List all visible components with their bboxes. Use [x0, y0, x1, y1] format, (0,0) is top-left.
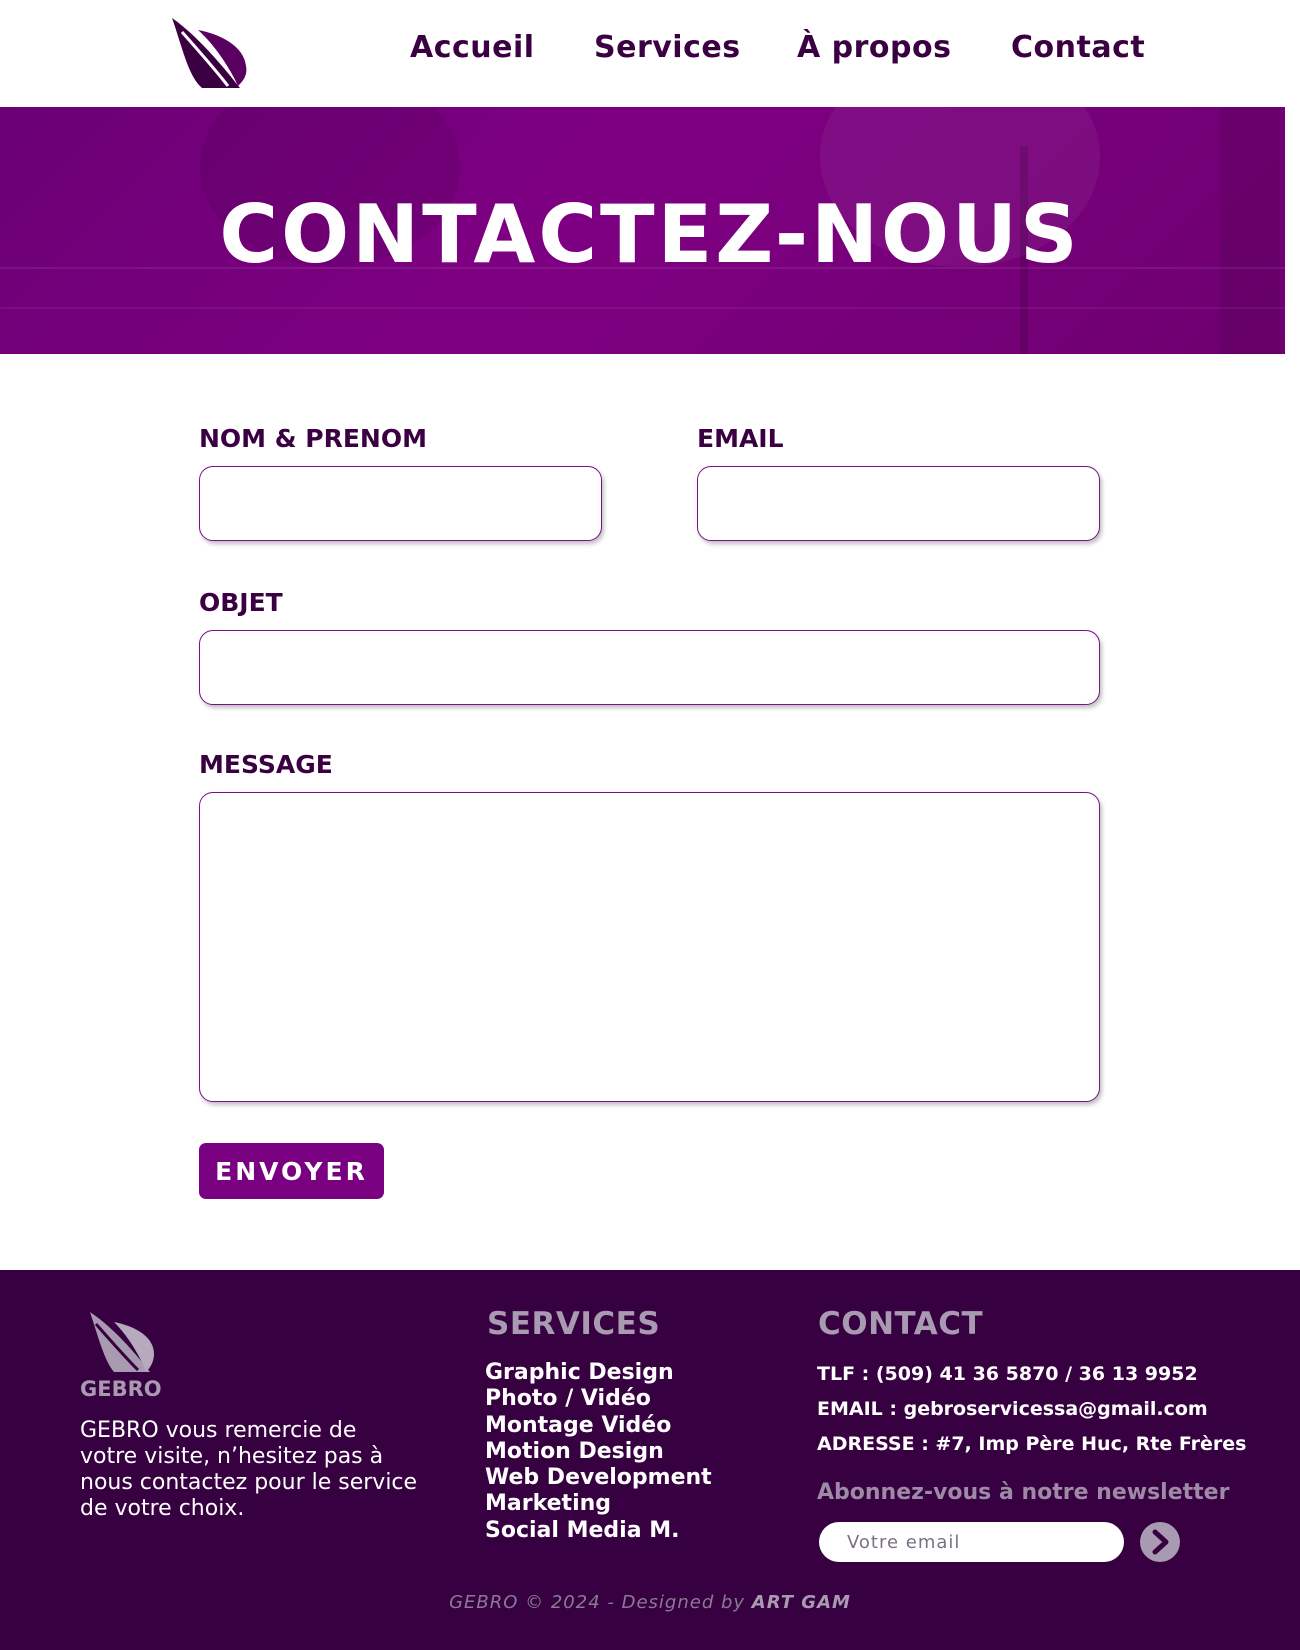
- footer-service-item[interactable]: Motion Design: [485, 1439, 712, 1465]
- nav-link-services[interactable]: Services: [594, 30, 741, 65]
- designer-credit[interactable]: ART GAM: [752, 1592, 851, 1613]
- footer-email[interactable]: EMAIL : gebroservicessa@gmail.com: [817, 1398, 1208, 1420]
- subject-label: OBJET: [199, 588, 283, 617]
- copyright: GEBRO © 2024 - Designed by ART GAM: [0, 1592, 1300, 1613]
- nav-links: Accueil Services À propos Contact: [0, 30, 1300, 80]
- nav-link-accueil[interactable]: Accueil: [410, 30, 535, 65]
- footer-service-item[interactable]: Montage Vidéo: [485, 1413, 712, 1439]
- footer-description: GEBRO vous remercie de votre visite, n’h…: [80, 1418, 418, 1521]
- hero-banner: CONTACTEZ-NOUS: [0, 107, 1300, 354]
- email-input[interactable]: [697, 466, 1100, 541]
- footer-service-item[interactable]: Photo / Vidéo: [485, 1386, 712, 1412]
- top-navigation: Accueil Services À propos Contact: [0, 0, 1300, 107]
- email-label: EMAIL: [697, 424, 784, 453]
- hero-background-line: [0, 307, 1300, 309]
- send-button[interactable]: ENVOYER: [199, 1143, 384, 1199]
- footer-service-item[interactable]: Social Media M.: [485, 1518, 712, 1544]
- footer-address: ADRESSE : #7, Imp Père Huc, Rte Frères: [817, 1433, 1247, 1455]
- footer-phone: TLF : (509) 41 36 5870 / 36 13 9952: [817, 1363, 1198, 1385]
- name-label: NOM & PRENOM: [199, 424, 427, 453]
- footer-services-list: Graphic Design Photo / Vidéo Montage Vid…: [485, 1360, 712, 1544]
- copyright-text: GEBRO © 2024 - Designed by: [449, 1592, 752, 1613]
- message-textarea[interactable]: [199, 792, 1100, 1102]
- footer-service-item[interactable]: Marketing: [485, 1491, 712, 1517]
- footer-logo-text: GEBRO: [80, 1377, 162, 1400]
- name-input[interactable]: [199, 466, 602, 541]
- chevron-right-icon: [1152, 1529, 1169, 1555]
- footer: GEBRO GEBRO vous remercie de votre visit…: [0, 1270, 1300, 1650]
- page-title: CONTACTEZ-NOUS: [219, 188, 1081, 281]
- footer-contact-heading: CONTACT: [818, 1306, 984, 1342]
- gebro-footer-logo-icon[interactable]: GEBRO: [80, 1310, 162, 1400]
- nav-link-a-propos[interactable]: À propos: [797, 30, 951, 65]
- footer-service-item[interactable]: Graphic Design: [485, 1360, 712, 1386]
- message-label: MESSAGE: [199, 750, 333, 779]
- newsletter-submit-button[interactable]: [1140, 1522, 1180, 1562]
- footer-service-item[interactable]: Web Development: [485, 1465, 712, 1491]
- newsletter-title: Abonnez-vous à notre newsletter: [817, 1480, 1230, 1505]
- nav-link-contact[interactable]: Contact: [1011, 30, 1145, 65]
- newsletter-email-input[interactable]: [819, 1522, 1124, 1562]
- subject-input[interactable]: [199, 630, 1100, 705]
- footer-services-heading: SERVICES: [487, 1306, 661, 1342]
